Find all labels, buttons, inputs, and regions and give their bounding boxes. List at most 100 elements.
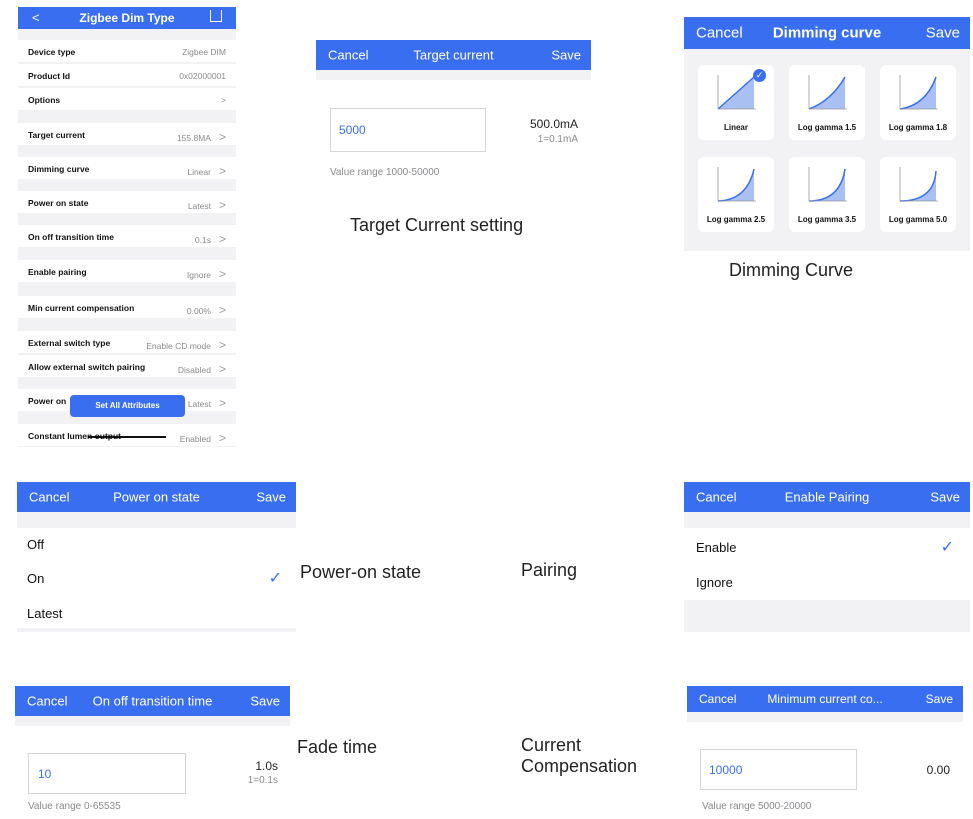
setting-row-power-on-state[interactable]: Power on state Latest > — [18, 191, 236, 213]
curve-label: Log gamma 5.0 — [888, 215, 948, 224]
caption-dimming-curve: Dimming Curve — [729, 260, 854, 280]
log-curve-icon — [808, 75, 847, 110]
target-current-input[interactable]: 5000 — [330, 108, 486, 152]
setting-value: 0.1s > — [194, 232, 226, 246]
converted-value: 1.0s — [255, 759, 278, 773]
enable-pairing-dialog: Cancel Enable Pairing Save Enable ✓ Igno… — [684, 482, 970, 632]
curve-option-log-2-5[interactable]: Log gamma 2.5 — [698, 157, 774, 232]
setting-row-allow-external-pairing[interactable]: Allow external switch pairing Disabled > — [18, 355, 236, 377]
setting-label: On off transition time — [28, 232, 114, 242]
curve-option-linear[interactable]: ✓ Linear — [698, 65, 774, 140]
dialog-title: Power on state — [113, 489, 200, 505]
dialog-title: Minimum current co... — [767, 692, 883, 706]
setting-label: Product Id — [28, 71, 71, 81]
caption-pairing: Pairing — [521, 560, 578, 580]
setting-row-constant-lumen[interactable]: Constant lumen output Enabled > — [18, 424, 236, 446]
option-enable[interactable]: Enable — [696, 540, 973, 555]
chevron-right-icon: > — [218, 338, 226, 352]
curve-option-log-1-8[interactable]: Log gamma 1.8 — [880, 65, 956, 140]
checkmark-icon: ✓ — [940, 539, 954, 556]
unit-note: 1=0.1mA — [537, 134, 578, 145]
selected-check-icon: ✓ — [753, 69, 766, 82]
chevron-right-icon: > — [218, 164, 226, 178]
header-spacer — [15, 716, 290, 726]
curve-option-log-1-5[interactable]: Log gamma 1.5 — [789, 65, 865, 140]
setting-row-target-current[interactable]: Target current 155.8MA > — [18, 123, 236, 145]
option-on[interactable]: On — [27, 571, 306, 586]
share-icon[interactable] — [210, 10, 222, 22]
dialog-title: Enable Pairing — [784, 489, 870, 505]
caption-line: Compensation — [521, 756, 638, 776]
setting-row-min-current[interactable]: Min current compensation 0.00% > — [18, 296, 236, 318]
home-indicator — [88, 436, 166, 438]
empty-area — [684, 600, 970, 632]
save-button[interactable]: Save — [926, 25, 960, 42]
save-button[interactable]: Save — [551, 48, 581, 63]
setting-label: Power on — [28, 396, 67, 406]
setting-value: Enabled > — [179, 431, 226, 445]
chevron-right-icon: > — [218, 232, 226, 246]
checkmark-icon: ✓ — [268, 570, 282, 587]
setting-label: Options — [28, 95, 61, 105]
log-curve-icon — [899, 75, 938, 110]
settings-header: < Zigbee Dim Type — [18, 7, 236, 29]
option-ignore[interactable]: Ignore — [696, 575, 973, 590]
setting-label: Dimming curve — [28, 164, 90, 174]
curve-option-log-5-0[interactable]: Log gamma 5.0 — [880, 157, 956, 232]
settings-title: Zigbee Dim Type — [79, 11, 175, 25]
setting-label: Target current — [28, 130, 85, 140]
setting-label: Min current compensation — [28, 303, 135, 313]
chevron-right-icon: > — [218, 267, 226, 281]
setting-label: Power on state — [28, 198, 89, 208]
curve-option-log-3-5[interactable]: Log gamma 3.5 — [789, 157, 865, 232]
power-on-state-header: Cancel Power on state Save — [17, 482, 296, 512]
setting-value: Linear > — [187, 164, 226, 178]
save-button[interactable]: Save — [926, 692, 953, 706]
setting-row-dimming-curve[interactable]: Dimming curve Linear > — [18, 157, 236, 179]
min-current-dialog: Cancel Minimum current co... Save 10000 … — [687, 686, 963, 814]
min-current-input[interactable]: 10000 — [700, 749, 857, 790]
setting-label: External switch type — [28, 338, 111, 348]
min-current-header: Cancel Minimum current co... Save — [687, 686, 963, 712]
setting-value: Disabled > — [177, 362, 226, 376]
converted-value: 500.0mA — [529, 117, 578, 131]
chevron-right-icon: > — [218, 396, 226, 410]
log-curve-icon — [808, 167, 847, 202]
caption-fade-time: Fade time — [297, 737, 378, 757]
setting-label: Device type — [28, 47, 76, 57]
curve-label: Linear — [723, 123, 748, 132]
caption-line: Current — [521, 735, 582, 755]
header-spacer — [687, 712, 963, 722]
setting-row-options[interactable]: Options > — [18, 88, 236, 110]
curve-label: Log gamma 3.5 — [797, 215, 857, 224]
option-latest[interactable]: Latest — [27, 606, 306, 621]
divider — [17, 628, 296, 632]
linear-curve-icon — [717, 75, 756, 110]
setting-value: 0.00% > — [186, 303, 226, 317]
log-curve-icon — [899, 167, 938, 202]
chevron-right-icon: > — [218, 362, 226, 376]
target-current-header: Cancel Target current Save — [316, 40, 591, 70]
setting-row-enable-pairing[interactable]: Enable pairing Ignore > — [18, 260, 236, 282]
setting-row-transition-time[interactable]: On off transition time 0.1s > — [18, 225, 236, 247]
caption-power-on: Power-on state — [300, 562, 422, 582]
save-button[interactable]: Save — [250, 694, 280, 709]
save-button[interactable]: Save — [930, 490, 960, 505]
option-off[interactable]: Off — [27, 537, 306, 552]
chevron-right-icon: > — [218, 130, 226, 144]
transition-time-dialog: Cancel On off transition time Save 10 1.… — [15, 686, 290, 814]
setting-row-device-type: Device type Zigbee DIM — [18, 40, 236, 62]
setting-row-external-switch-type[interactable]: External switch type Enable CD mode > — [18, 331, 236, 353]
setting-value: Latest > — [187, 396, 226, 410]
power-on-state-dialog: Cancel Power on state Save Off On ✓ Late… — [17, 482, 296, 632]
curve-label: Log gamma 1.5 — [797, 123, 857, 132]
setting-value: Zigbee DIM — [182, 47, 226, 57]
transition-time-input[interactable]: 10 — [28, 753, 186, 794]
dimming-curve-dialog: Cancel Dimming curve Save ✓ Linear Log g… — [684, 17, 970, 251]
header-spacer — [17, 512, 296, 528]
save-button[interactable]: Save — [256, 490, 286, 505]
chevron-right-icon: > — [218, 431, 226, 445]
set-all-attributes-button[interactable]: Set All Attributes — [70, 395, 185, 417]
unit-note: 1=0.1s — [247, 775, 278, 786]
target-current-dialog: Cancel Target current Save 5000 500.0mA … — [316, 40, 591, 200]
